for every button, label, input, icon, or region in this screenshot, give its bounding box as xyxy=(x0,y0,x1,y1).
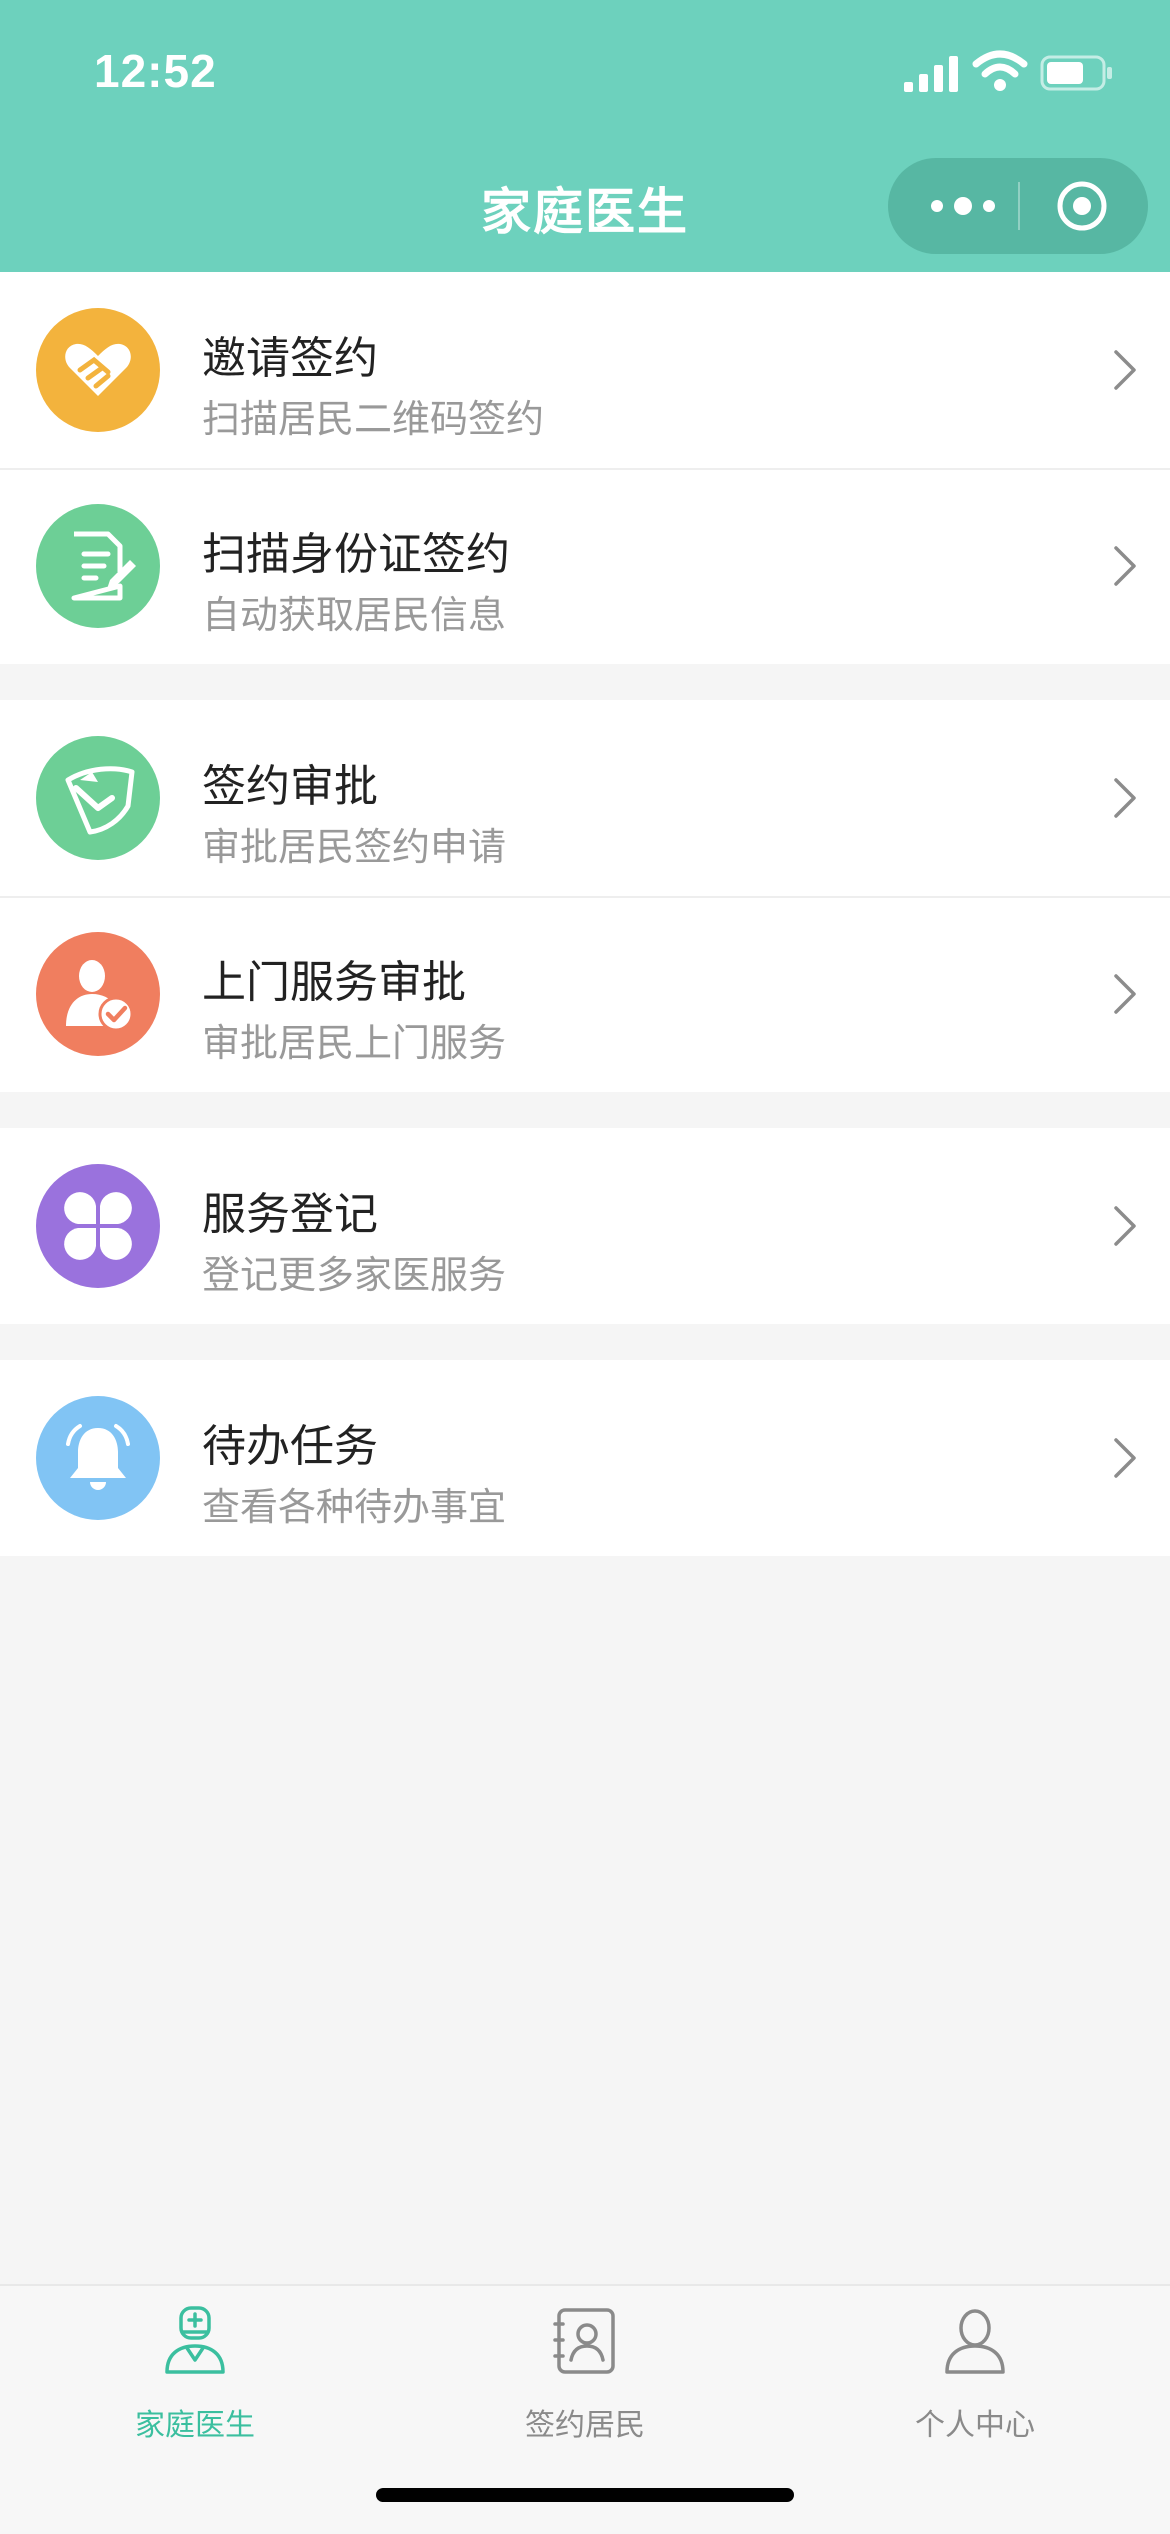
tab-label: 个人中心 xyxy=(915,2408,1035,2443)
menu-item-subtitle: 自动获取居民信息 xyxy=(202,593,507,637)
icon-circle xyxy=(36,932,160,1056)
icon-circle xyxy=(36,1396,160,1520)
menu-item-subtitle: 审批居民上门服务 xyxy=(202,1021,507,1065)
tab-signed-residents[interactable]: 签约居民 xyxy=(390,2306,780,2446)
menu-group: 签约审批 审批居民签约申请 上门服务审批 审批居民上门服务 xyxy=(0,700,1170,1092)
document-edit-icon xyxy=(71,531,136,601)
icon-circle xyxy=(36,308,160,432)
close-target-icon[interactable] xyxy=(1056,180,1108,232)
menu-item-title: 签约审批 xyxy=(202,761,378,812)
handshake-heart-icon xyxy=(65,343,131,396)
tab-label: 签约居民 xyxy=(525,2408,645,2443)
tab-family-doctor[interactable]: 家庭医生 xyxy=(0,2306,390,2446)
menu-item-title: 上门服务审批 xyxy=(202,957,466,1008)
menu-item-todo-tasks[interactable]: 待办任务 查看各种待办事宜 xyxy=(0,1360,1170,1556)
more-dots-icon[interactable] xyxy=(928,192,998,220)
menu-item-subtitle: 扫描居民二维码签约 xyxy=(202,397,545,441)
menu-item-title: 待办任务 xyxy=(202,1421,378,1472)
menu-item-invite-sign[interactable]: 邀请签约 扫描居民二维码签约 xyxy=(0,272,1170,468)
menu-item-title: 服务登记 xyxy=(202,1189,378,1240)
chevron-right-icon xyxy=(1114,350,1136,390)
app-header: 12:52 家庭医生 xyxy=(0,0,1170,272)
tab-personal-center[interactable]: 个人中心 xyxy=(780,2306,1170,2446)
menu-item-title: 邀请签约 xyxy=(202,333,378,384)
mini-program-capsule xyxy=(888,158,1148,254)
menu-item-home-service-approval[interactable]: 上门服务审批 审批居民上门服务 xyxy=(0,896,1170,1092)
menu-item-scan-id-sign[interactable]: 扫描身份证签约 自动获取居民信息 xyxy=(0,468,1170,664)
capsule-divider xyxy=(1018,182,1020,230)
icon-circle xyxy=(36,504,160,628)
icon-circle xyxy=(36,1164,160,1288)
approval-pen-icon xyxy=(65,766,135,835)
wifi-icon xyxy=(972,50,1028,91)
battery-icon xyxy=(1040,55,1112,91)
status-time: 12:52 xyxy=(94,45,217,97)
menu-item-subtitle: 查看各种待办事宜 xyxy=(202,1485,507,1529)
contact-book-icon xyxy=(553,2308,615,2374)
home-indicator xyxy=(376,2488,794,2502)
menu-group: 邀请签约 扫描居民二维码签约 扫描身份证签约 自动获取居民信息 xyxy=(0,272,1170,664)
chevron-right-icon xyxy=(1114,1438,1136,1478)
chevron-right-icon xyxy=(1114,1206,1136,1246)
icon-circle xyxy=(36,736,160,860)
menu-group: 待办任务 查看各种待办事宜 xyxy=(0,1360,1170,1556)
person-check-icon xyxy=(66,960,134,1032)
menu-item-subtitle: 审批居民签约申请 xyxy=(202,825,507,869)
menu-item-subtitle: 登记更多家医服务 xyxy=(202,1253,507,1297)
bell-icon xyxy=(66,1424,130,1490)
clover-icon xyxy=(64,1192,132,1260)
chevron-right-icon xyxy=(1114,974,1136,1014)
menu-item-service-register[interactable]: 服务登记 登记更多家医服务 xyxy=(0,1128,1170,1324)
doctor-icon xyxy=(165,2306,225,2374)
user-icon xyxy=(945,2309,1005,2374)
chevron-right-icon xyxy=(1114,546,1136,586)
menu-item-sign-approval[interactable]: 签约审批 审批居民签约申请 xyxy=(0,700,1170,896)
cellular-signal-icon xyxy=(904,56,958,92)
tab-label: 家庭医生 xyxy=(135,2408,255,2443)
chevron-right-icon xyxy=(1114,778,1136,818)
menu-group: 服务登记 登记更多家医服务 xyxy=(0,1128,1170,1324)
menu-item-title: 扫描身份证签约 xyxy=(202,529,510,580)
